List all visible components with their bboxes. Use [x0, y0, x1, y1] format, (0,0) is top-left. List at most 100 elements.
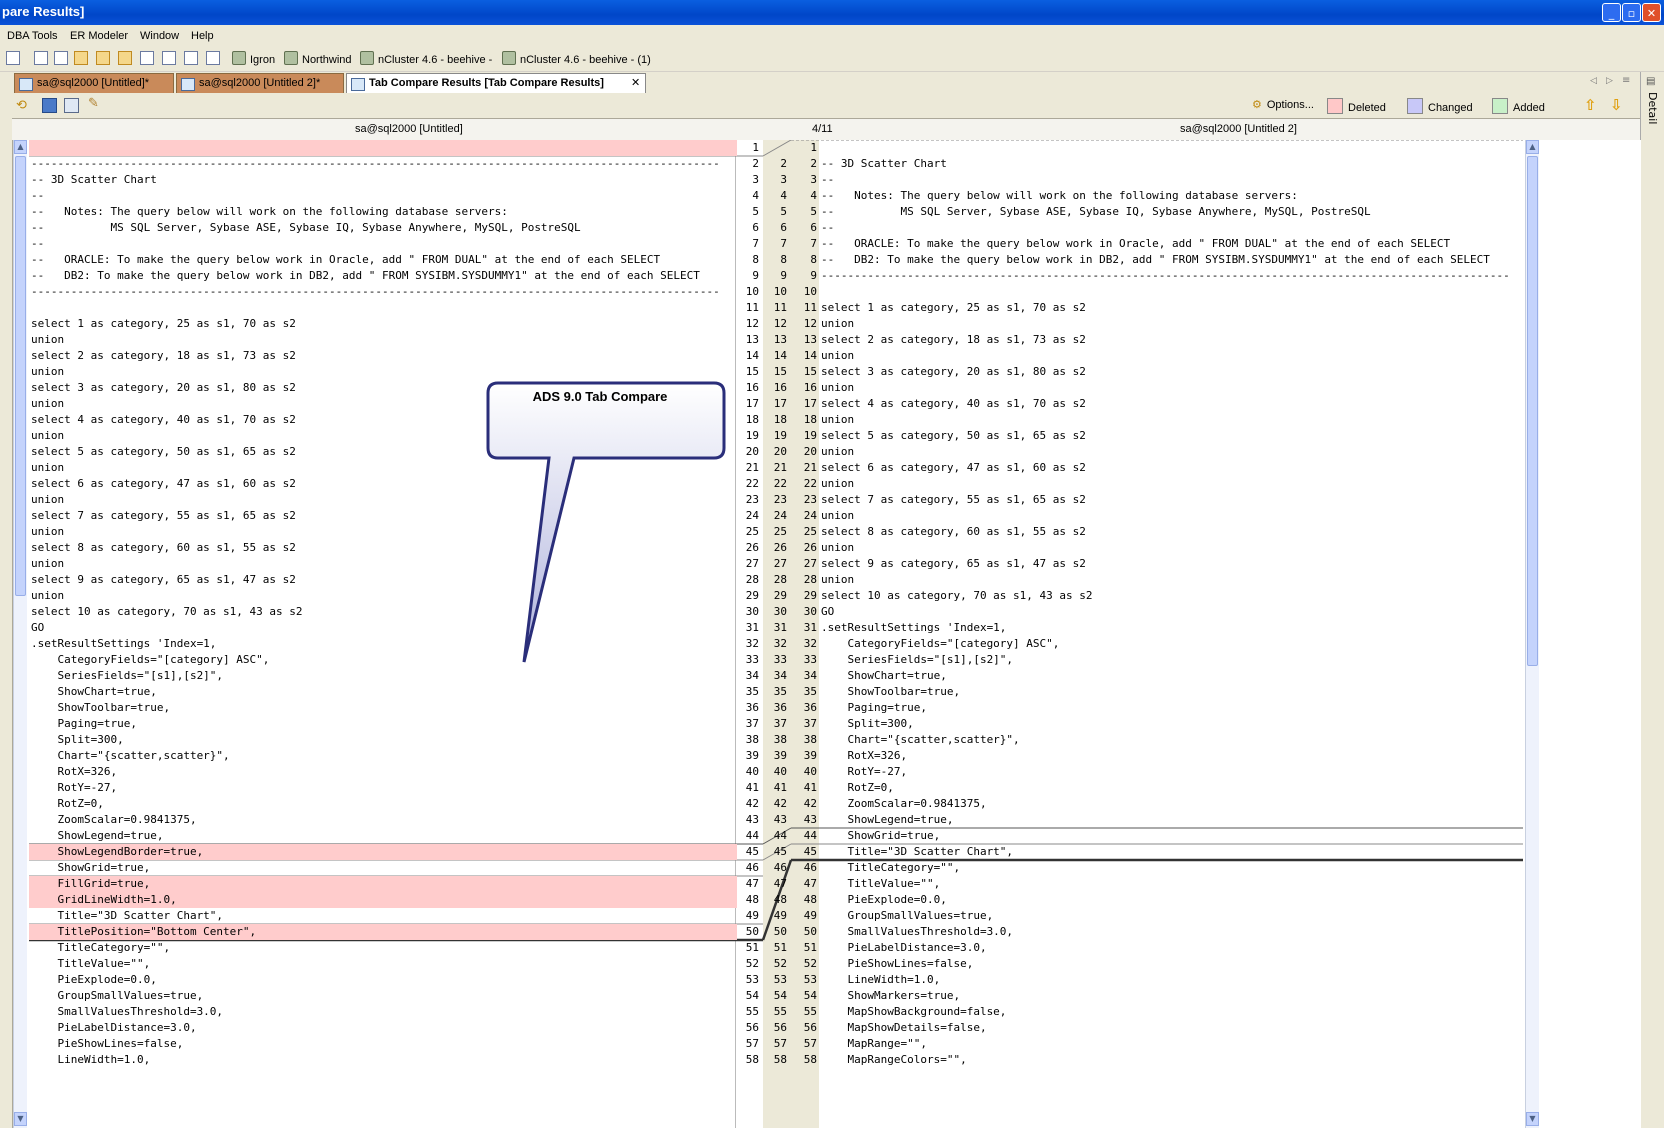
query-icon: [19, 78, 33, 91]
left-code-line: select 9 as category, 65 as s1, 47 as s2: [31, 573, 296, 586]
right-line-number-a: 56: [803, 1021, 817, 1034]
right-line-number-b: 5: [780, 205, 787, 218]
menu-dba-tools[interactable]: DBA Tools: [7, 30, 58, 42]
print-preview-icon[interactable]: [64, 98, 79, 113]
layout-icon[interactable]: [206, 51, 220, 65]
right-code-line: PieLabelDistance=3.0,: [821, 941, 987, 954]
minimize-button[interactable]: _: [1602, 3, 1621, 22]
right-code-line: .setResultSettings 'Index=1,: [821, 621, 1007, 634]
compare-editor: ▲ ▼ ▲ ▼ 1 -------------------------------…: [12, 140, 1641, 1128]
left-line-number: 6: [752, 221, 759, 234]
right-code-line: SeriesFields="[s1],[s2]",: [821, 653, 1014, 666]
layout-icon[interactable]: [184, 51, 198, 65]
tab-compare-results[interactable]: Tab Compare Results [Tab Compare Results…: [346, 73, 646, 93]
connection-igron[interactable]: Igron: [232, 51, 275, 66]
menu-help[interactable]: Help: [191, 30, 214, 42]
right-code-line: MapShowBackground=false,: [821, 1005, 1007, 1018]
restore-button[interactable]: ▫: [1622, 3, 1641, 22]
scroll-up-icon[interactable]: ▲: [1526, 140, 1539, 154]
right-code-line: RotY=-27,: [821, 765, 908, 778]
layout-icon[interactable]: [54, 51, 68, 65]
left-line-number: 17: [745, 397, 759, 410]
left-code-line: FillGrid=true,: [29, 876, 737, 892]
right-code-line: union: [821, 445, 855, 458]
right-code-line: union: [821, 413, 855, 426]
tools-icon[interactable]: ✎: [88, 96, 99, 111]
left-code-line: select 10 as category, 70 as s1, 43 as s…: [31, 605, 303, 618]
tab-untitled-2[interactable]: sa@sql2000 [Untitled 2]*: [176, 73, 344, 93]
panel-icon[interactable]: ▤: [1646, 76, 1655, 87]
right-code-line: -- 3D Scatter Chart: [821, 157, 947, 170]
menu-er-modeler[interactable]: ER Modeler: [70, 30, 128, 42]
server-icon[interactable]: [6, 51, 20, 65]
tab-list-icon[interactable]: ≡: [1622, 75, 1630, 86]
left-code-line: select 5 as category, 50 as s1, 65 as s2: [31, 445, 296, 458]
scroll-up-icon[interactable]: ▲: [14, 140, 27, 154]
left-code-line: PieExplode=0.0,: [31, 973, 157, 986]
left-code-line: RotX=326,: [31, 765, 118, 778]
next-diff-icon[interactable]: ⇩: [1610, 96, 1623, 114]
scroll-thumb[interactable]: [1527, 156, 1538, 666]
detail-tab[interactable]: Detail: [1646, 92, 1659, 124]
right-line-number-a: 38: [803, 733, 817, 746]
save-icon[interactable]: [42, 98, 57, 113]
right-code-line: select 10 as category, 70 as s1, 43 as s…: [821, 589, 1093, 602]
layout-icon[interactable]: [162, 51, 176, 65]
right-line-number-b: 24: [773, 509, 787, 522]
database-icon: [502, 51, 516, 65]
right-line-number-b: 54: [773, 989, 787, 1002]
layout-icon[interactable]: [34, 51, 48, 65]
layout-icon[interactable]: [118, 51, 132, 65]
left-line-number: 54: [745, 989, 759, 1002]
left-line-number: 30: [745, 605, 759, 618]
layout-icon[interactable]: [140, 51, 154, 65]
grid-icon[interactable]: [96, 51, 110, 65]
left-line-number: 20: [745, 445, 759, 458]
layout-icon[interactable]: [74, 51, 88, 65]
right-code-line: MapShowDetails=false,: [821, 1021, 987, 1034]
right-line-number-a: 25: [803, 525, 817, 538]
left-line-number: 29: [745, 589, 759, 602]
options-button[interactable]: ⚙ Options...: [1252, 98, 1314, 111]
right-line-number-b: 11: [773, 301, 787, 314]
right-line-number-b: 35: [773, 685, 787, 698]
left-code-line: select 8 as category, 60 as s1, 55 as s2: [31, 541, 296, 554]
right-line-number-b: 49: [773, 909, 787, 922]
left-line-number: 28: [745, 573, 759, 586]
right-line-number-a: 17: [803, 397, 817, 410]
connection-northwind[interactable]: Northwind: [284, 51, 352, 66]
tab-scroll-left-icon[interactable]: ◁: [1590, 76, 1597, 86]
left-code-line: union: [31, 493, 65, 506]
scroll-down-icon[interactable]: ▼: [1526, 1112, 1539, 1126]
menu-window[interactable]: Window: [140, 30, 179, 42]
scroll-down-icon[interactable]: ▼: [14, 1112, 27, 1126]
right-line-number-b: 15: [773, 365, 787, 378]
connection-ncluster-1[interactable]: nCluster 4.6 - beehive - (1): [502, 51, 651, 66]
refresh-icon[interactable]: ⟲: [16, 98, 27, 113]
database-icon: [284, 51, 298, 65]
deleted-swatch: [1327, 98, 1343, 114]
right-code-line: PieShowLines=false,: [821, 957, 974, 970]
left-code-line: SeriesFields="[s1],[s2]",: [31, 669, 224, 682]
right-code-line: ShowGrid=true,: [821, 829, 941, 842]
left-vertical-scrollbar[interactable]: ▲ ▼: [13, 140, 27, 1128]
scroll-thumb[interactable]: [15, 156, 26, 596]
tab-untitled[interactable]: sa@sql2000 [Untitled]*: [14, 73, 174, 93]
close-button[interactable]: ✕: [1642, 3, 1661, 22]
right-line-number-b: 10: [773, 285, 787, 298]
right-line-number-b: 14: [773, 349, 787, 362]
left-line-number: 23: [745, 493, 759, 506]
right-line-number-a: 50: [803, 925, 817, 938]
right-line-number-a: 5: [810, 205, 817, 218]
left-line-number: 24: [745, 509, 759, 522]
connection-ncluster[interactable]: nCluster 4.6 - beehive -: [360, 51, 492, 66]
left-code-line: TitlePosition="Bottom Center",: [29, 924, 737, 940]
previous-diff-icon[interactable]: ⇧: [1584, 96, 1597, 114]
left-code-line: GridLineWidth=1.0,: [29, 892, 737, 908]
close-tab-icon[interactable]: ✕: [631, 76, 640, 89]
right-vertical-scrollbar[interactable]: ▲ ▼: [1525, 140, 1539, 1128]
left-line-number: 7: [752, 237, 759, 250]
right-line-number-b: 55: [773, 1005, 787, 1018]
right-code-line: --: [821, 173, 835, 186]
tab-scroll-right-icon[interactable]: ▷: [1606, 76, 1613, 86]
